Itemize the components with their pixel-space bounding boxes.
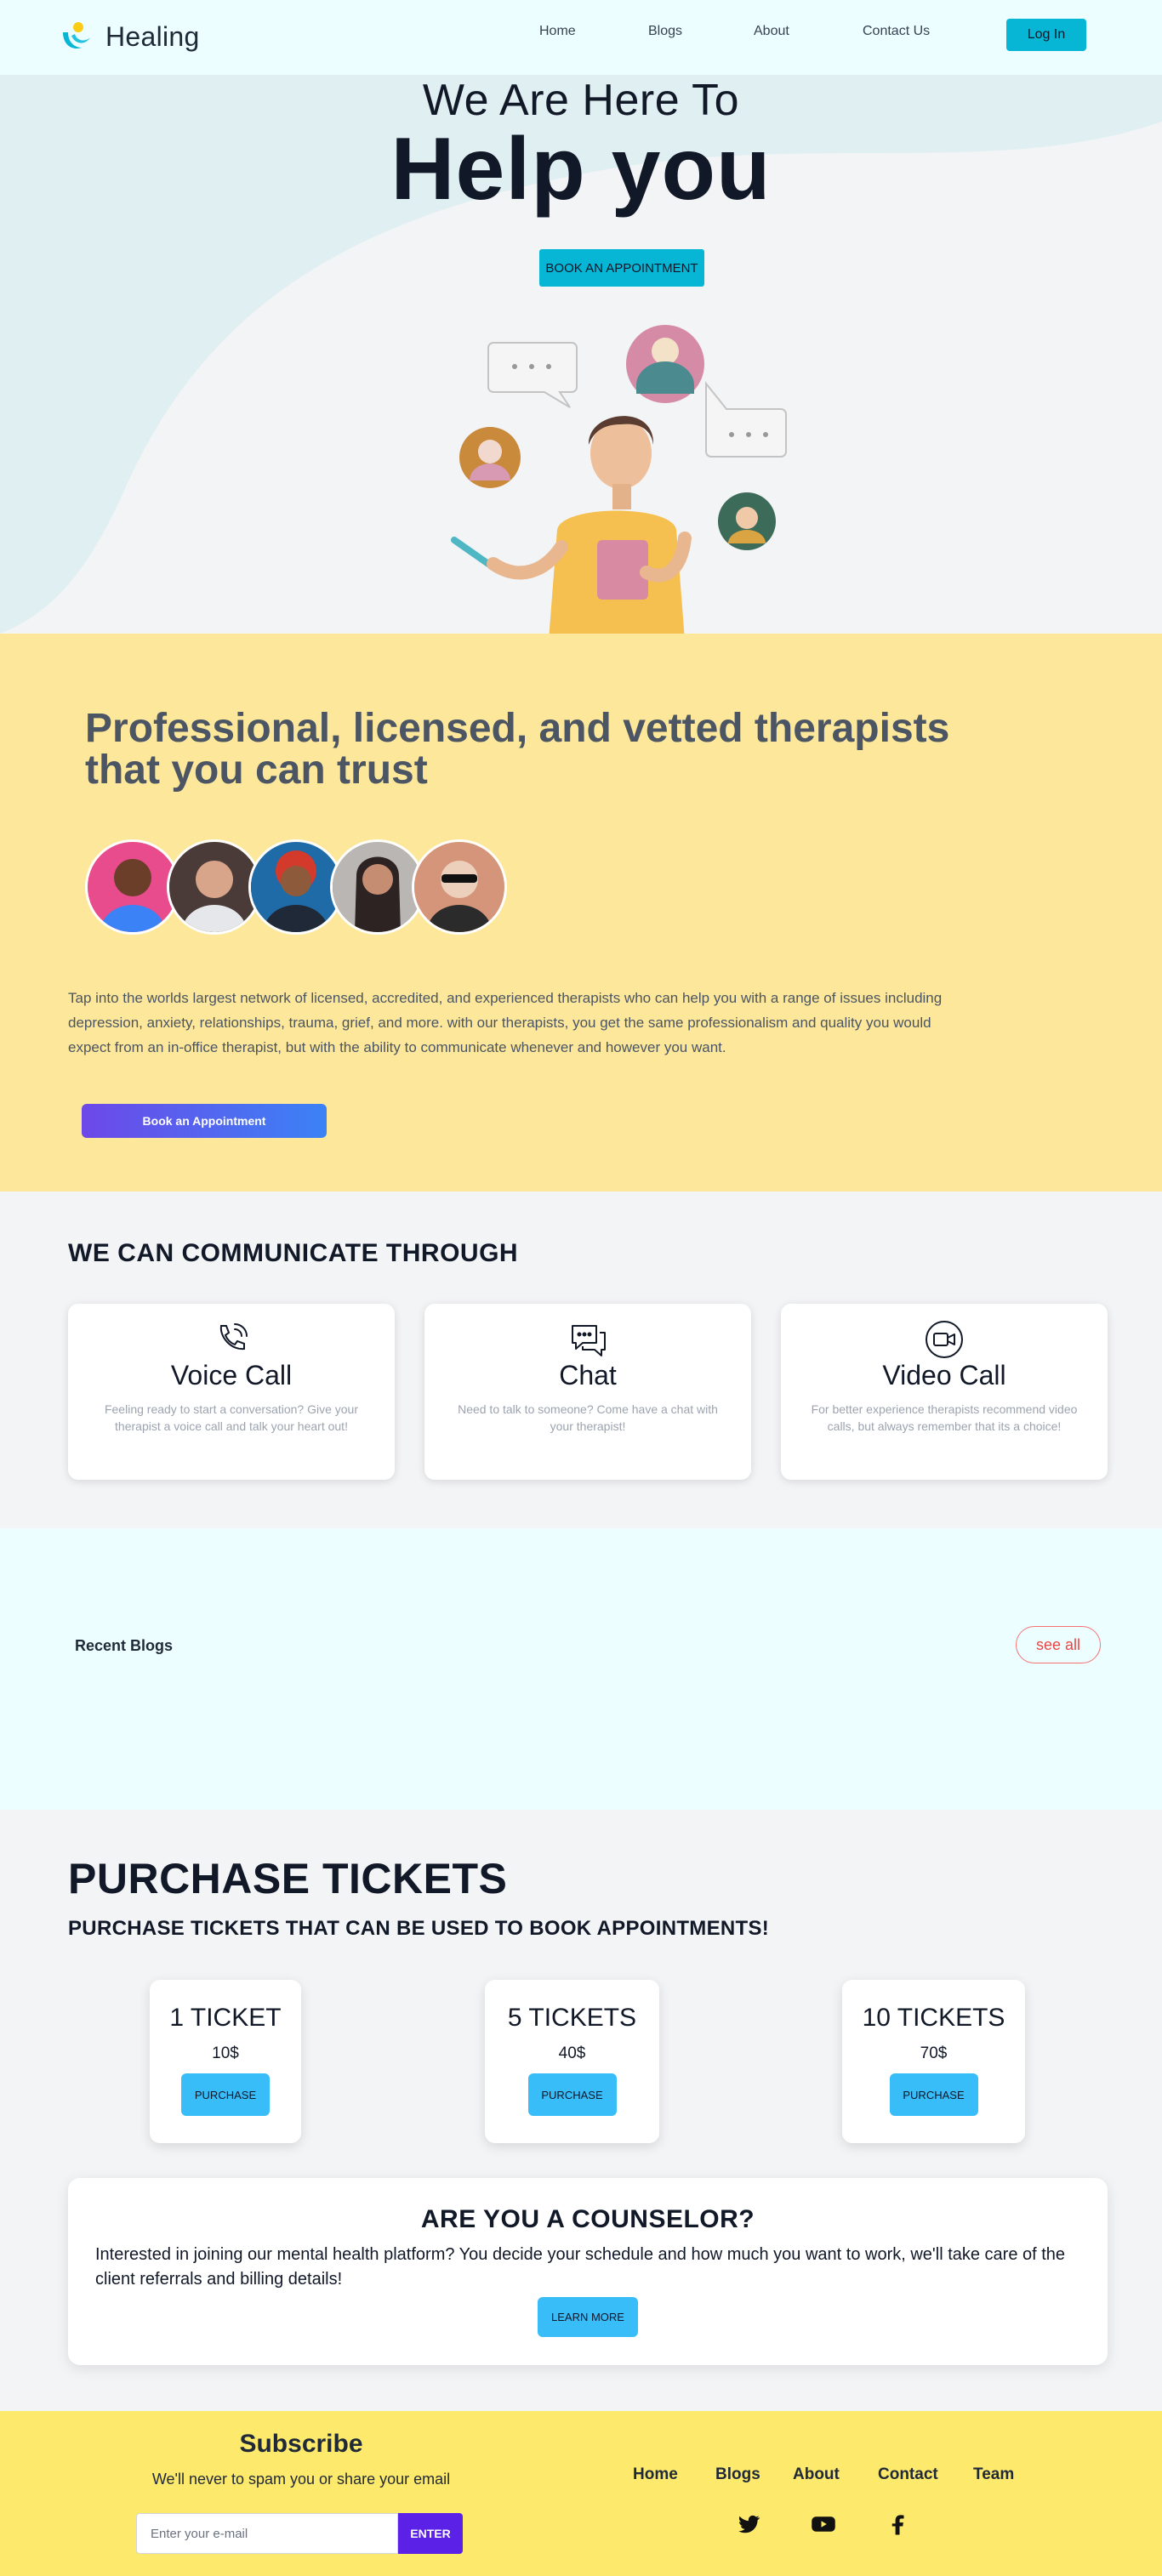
avatar bbox=[412, 839, 507, 935]
login-button[interactable]: Log In bbox=[1006, 19, 1086, 51]
recent-blogs-heading: Recent Blogs bbox=[75, 1637, 174, 1654]
brand-logo-link[interactable]: Healing bbox=[60, 19, 200, 54]
voice-call-card[interactable]: Voice Call Feeling ready to start a conv… bbox=[68, 1304, 395, 1480]
ticket-name: 1 TICKET bbox=[169, 2004, 282, 2032]
communicate-section: WE CAN COMMUNICATE THROUGH Voice Call Fe… bbox=[0, 1191, 1162, 1528]
footer-link-blogs[interactable]: Blogs bbox=[715, 2465, 760, 2484]
nav-link-about[interactable]: About bbox=[754, 24, 789, 39]
video-call-card[interactable]: Video Call For better experience therapi… bbox=[781, 1304, 1108, 1480]
counselor-text: Interested in joining our mental health … bbox=[95, 2245, 1066, 2289]
purchase-button[interactable]: PURCHASE bbox=[527, 2073, 617, 2116]
ticket-name: 5 TICKETS bbox=[507, 2004, 637, 2032]
book-appointment-button[interactable]: Book an Appointment bbox=[82, 1104, 327, 1138]
subscribe-text: We'll never to spam you or share your em… bbox=[151, 2471, 451, 2488]
email-input[interactable] bbox=[136, 2513, 398, 2554]
card-title: Chat bbox=[559, 1360, 617, 1390]
subscribe-heading: Subscribe bbox=[239, 2430, 363, 2458]
brand-name: Healing bbox=[105, 20, 200, 52]
purchase-button[interactable]: PURCHASE bbox=[181, 2073, 270, 2116]
speech-bubble-icon bbox=[705, 381, 787, 458]
ticket-price: 10$ bbox=[212, 2044, 239, 2062]
ticket-name: 10 TICKETS bbox=[862, 2004, 1005, 2032]
speech-bubble-icon bbox=[487, 342, 578, 408]
ticket-card: 10 TICKETS 70$ PURCHASE bbox=[842, 1980, 1025, 2143]
phone-call-icon bbox=[211, 1319, 252, 1360]
counselor-heading: ARE YOU A COUNSELOR? bbox=[420, 2205, 755, 2233]
hero-heading-line1: We Are Here To bbox=[422, 76, 740, 125]
footer-link-team[interactable]: Team bbox=[973, 2465, 1014, 2484]
chat-icon bbox=[567, 1319, 608, 1360]
nav-link-contact[interactable]: Contact Us bbox=[863, 24, 930, 39]
navbar: Healing Home Blogs About Contact Us Log … bbox=[0, 0, 1162, 75]
tickets-subheading: PURCHASE TICKETS THAT CAN BE USED TO BOO… bbox=[68, 1917, 770, 1940]
healing-logo-icon bbox=[60, 19, 95, 54]
ticket-card: 5 TICKETS 40$ PURCHASE bbox=[485, 1980, 659, 2143]
purchase-tickets-section: PURCHASE TICKETS PURCHASE TICKETS THAT C… bbox=[0, 1810, 1162, 2411]
hero-heading-line2: Help you bbox=[390, 120, 772, 219]
tickets-heading: PURCHASE TICKETS bbox=[68, 1855, 508, 1902]
twitter-icon[interactable] bbox=[736, 2511, 761, 2537]
facebook-icon[interactable] bbox=[885, 2511, 910, 2537]
card-text: For better experience therapists recomme… bbox=[811, 1402, 1078, 1433]
recent-blogs-section: Recent Blogs see all bbox=[0, 1528, 1162, 1810]
therapist-avatar-group bbox=[85, 839, 507, 935]
enter-button[interactable]: ENTER bbox=[398, 2513, 463, 2554]
ticket-card: 1 TICKET 10$ PURCHASE bbox=[150, 1980, 301, 2143]
learn-more-button[interactable]: LEARN MORE bbox=[538, 2297, 638, 2337]
see-all-button[interactable]: see all bbox=[1016, 1626, 1101, 1663]
footer: Subscribe We'll never to spam you or sha… bbox=[0, 2411, 1162, 2576]
nav-link-home[interactable]: Home bbox=[539, 24, 576, 39]
therapists-heading: Professional, licensed, and vetted thera… bbox=[85, 706, 950, 793]
hero-section: We Are Here To Help you BOOK AN APPOINTM… bbox=[0, 75, 1162, 634]
counselor-card: ARE YOU A COUNSELOR? Interested in joini… bbox=[68, 2178, 1108, 2365]
card-title: Voice Call bbox=[170, 1360, 293, 1390]
footer-link-home[interactable]: Home bbox=[633, 2465, 678, 2484]
communicate-heading: WE CAN COMMUNICATE THROUGH bbox=[68, 1239, 519, 1267]
meditating-person-illustration bbox=[451, 325, 787, 634]
ticket-price: 70$ bbox=[920, 2044, 948, 2062]
purchase-button[interactable]: PURCHASE bbox=[889, 2073, 978, 2116]
card-text: Feeling ready to start a conversation? G… bbox=[104, 1402, 359, 1433]
therapists-section: Professional, licensed, and vetted thera… bbox=[0, 634, 1162, 1191]
hero-book-appointment-button[interactable]: BOOK AN APPOINTMENT bbox=[539, 249, 704, 287]
footer-link-contact[interactable]: Contact bbox=[878, 2465, 938, 2484]
therapists-description: Tap into the worlds largest network of l… bbox=[68, 990, 943, 1055]
footer-link-about[interactable]: About bbox=[793, 2465, 840, 2484]
ticket-price: 40$ bbox=[558, 2044, 586, 2062]
video-camera-icon bbox=[924, 1319, 965, 1360]
card-title: Video Call bbox=[882, 1360, 1006, 1390]
youtube-icon[interactable] bbox=[811, 2511, 836, 2537]
card-text: Need to talk to someone? Come have a cha… bbox=[458, 1402, 718, 1433]
nav-link-blogs[interactable]: Blogs bbox=[648, 24, 682, 39]
chat-card[interactable]: Chat Need to talk to someone? Come have … bbox=[424, 1304, 751, 1480]
